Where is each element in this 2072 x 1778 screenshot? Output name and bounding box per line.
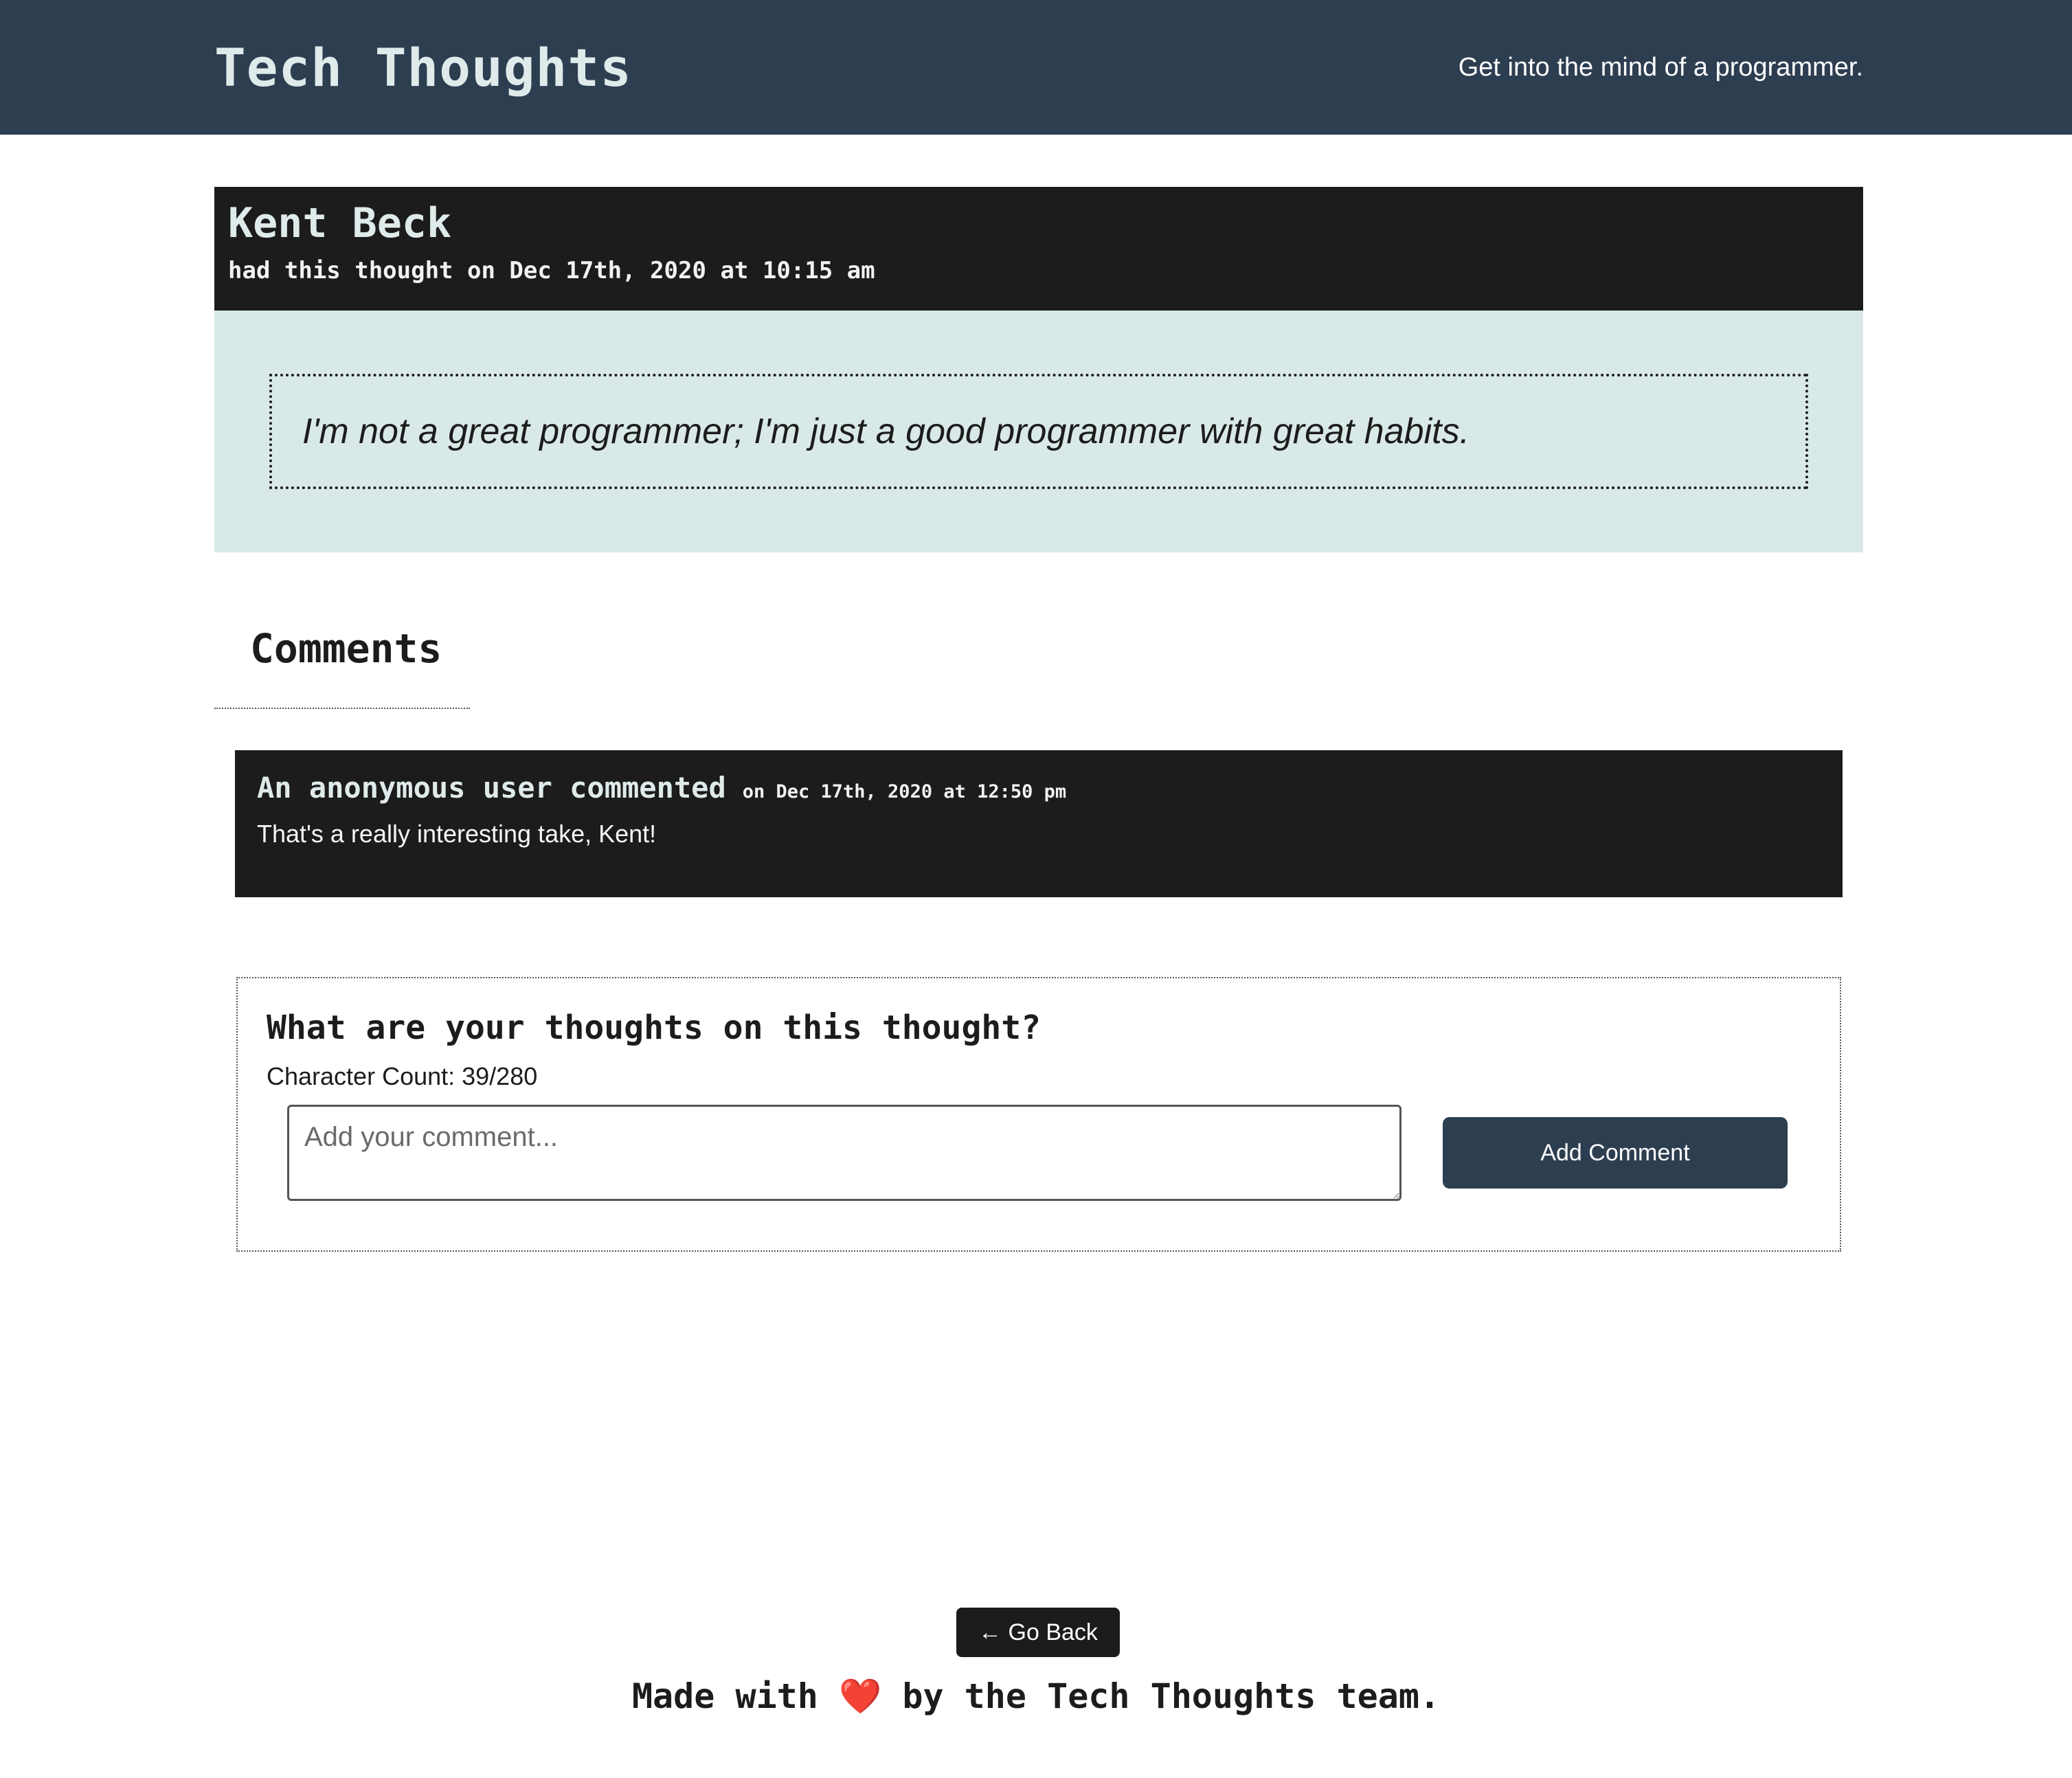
comment-item: An anonymous user commented on Dec 17th,… [235, 750, 1843, 897]
comment-author: An anonymous user commented [257, 771, 726, 804]
comment-timestamp: on Dec 17th, 2020 at 12:50 pm [742, 781, 1067, 802]
comment-input[interactable] [287, 1105, 1401, 1201]
character-count: Character Count: 39/280 [267, 1062, 538, 1090]
thought-header: Kent Beck had this thought on Dec 17th, … [214, 187, 1863, 311]
go-back-button[interactable]: ← Go Back [956, 1608, 1120, 1657]
comment-text: That's a really interesting take, Kent! [257, 820, 657, 848]
heart-icon: ❤️ [839, 1676, 882, 1716]
footer: Made with ❤️ by the Tech Thoughts team. [0, 1676, 2072, 1717]
comment-header: An anonymous user commented on Dec 17th,… [257, 771, 1821, 804]
site-header: Tech Thoughts Get into the mind of a pro… [0, 0, 2072, 135]
thought-author: Kent Beck [228, 199, 452, 247]
comment-form: What are your thoughts on this thought? … [236, 977, 1841, 1252]
site-title: Tech Thoughts [214, 36, 632, 98]
thought-card: Kent Beck had this thought on Dec 17th, … [214, 187, 1863, 552]
add-comment-button[interactable]: Add Comment [1443, 1117, 1788, 1189]
footer-text-suffix: by the Tech Thoughts team. [902, 1676, 1441, 1716]
comments-heading: Comments [214, 605, 470, 709]
thought-body: I'm not a great programmer; I'm just a g… [214, 311, 1863, 552]
site-tagline: Get into the mind of a programmer. [1458, 52, 1863, 82]
footer-text-prefix: Made with [631, 1676, 818, 1716]
comment-form-title: What are your thoughts on this thought? [267, 1009, 1041, 1047]
thought-timestamp: had this thought on Dec 17th, 2020 at 10… [228, 257, 875, 284]
comment-form-row: Add Comment [267, 1105, 1811, 1201]
thought-text: I'm not a great programmer; I'm just a g… [302, 412, 1470, 451]
comments-title: Comments [250, 625, 442, 672]
thought-quote-box: I'm not a great programmer; I'm just a g… [269, 374, 1808, 489]
